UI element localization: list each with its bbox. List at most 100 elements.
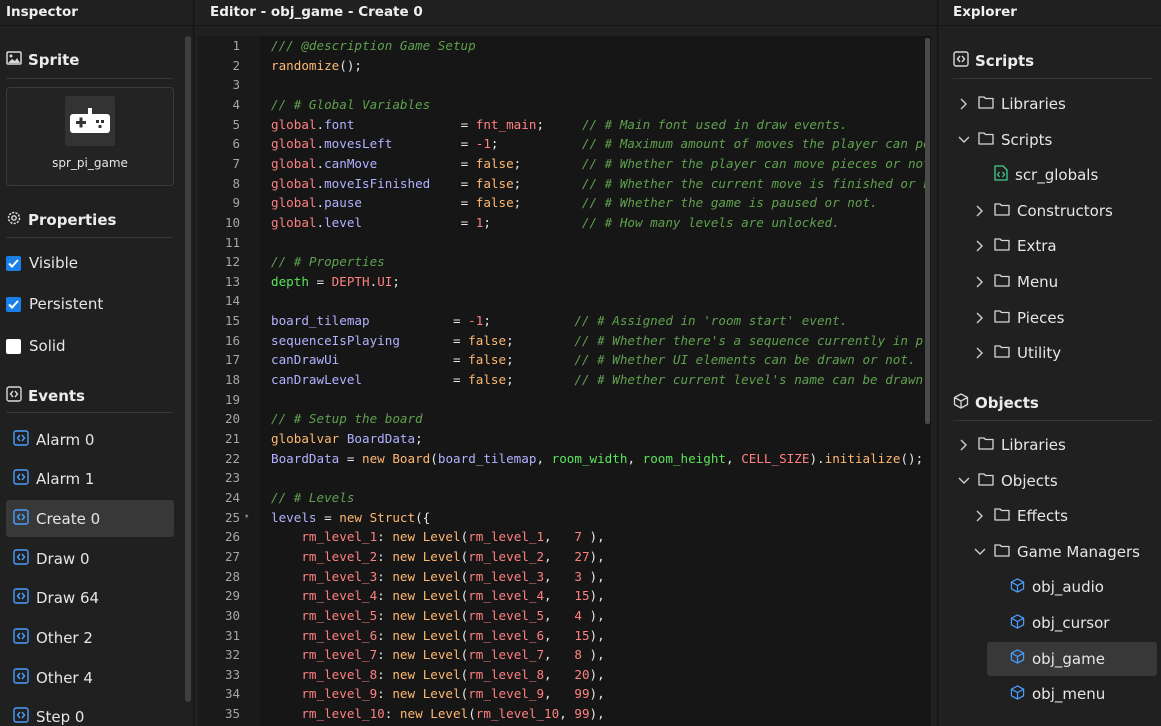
chevron-down-icon[interactable] [973,548,987,556]
scripts-section-header[interactable]: Scripts [953,51,1034,71]
code-line[interactable]: 3 [198,75,928,95]
code-line[interactable]: 22 BoardData = new Board(board_tilemap, r… [198,449,928,469]
tree-object[interactable]: obj_cursor [989,606,1109,640]
tree-object[interactable]: obj_audio [989,570,1104,604]
code-line[interactable]: 34 rm_level_9: new Level(rm_level_9, 99)… [198,684,928,704]
code-line[interactable]: 25 ▾ levels = new Struct({ [198,508,928,528]
code-line[interactable]: 7 global.canMove = false; // # Whether th… [198,154,930,174]
visible-checkbox[interactable] [6,255,21,271]
code-line[interactable]: 24 // # Levels [198,488,928,508]
code-line[interactable]: 17 canDrawUi = false; // # Whether UI ele… [198,350,928,370]
code-line[interactable]: 18 canDrawLevel = false; // # Whether cur… [198,370,928,390]
tree-folder[interactable]: Extra [973,229,1057,263]
code-line[interactable]: 12 // # Properties [198,252,928,272]
chevron-right-icon[interactable] [973,347,987,359]
code-line[interactable]: 28 rm_level_3: new Level(rm_level_3, 3 )… [198,567,928,587]
properties-section-header[interactable]: Properties [6,210,116,230]
code-line[interactable]: 33 rm_level_8: new Level(rm_level_8, 20)… [198,665,928,685]
code-line[interactable]: 13 depth = DEPTH.UI; [198,272,928,292]
code-token: pause [324,195,363,211]
event-item[interactable]: Other 4 [6,659,174,696]
line-number: 33 [224,666,240,682]
code-line[interactable]: 19 [198,390,928,410]
code-line[interactable]: 10 global.level = 1; // # How many levels… [198,213,928,233]
chevron-right-icon[interactable] [973,205,987,217]
tree-object[interactable]: obj_menu [989,677,1105,711]
code-line[interactable]: 14 [198,291,928,311]
tree-item-label: obj_menu [1032,685,1106,704]
code-line[interactable]: 21 globalvar BoardData; [198,429,928,449]
event-item[interactable]: Other 2 [6,620,174,657]
chevron-right-icon[interactable] [957,98,971,110]
code-token: 4 [574,607,582,623]
visible-checkbox-row[interactable]: Visible [6,254,78,272]
event-item[interactable]: Step 0 [6,699,174,726]
chevron-down-icon[interactable] [957,136,971,144]
code-line[interactable]: 20 // # Setup the board [198,409,928,429]
tree-folder[interactable]: Effects [973,499,1068,533]
tree-folder[interactable]: Pieces [973,301,1064,335]
code-line[interactable]: 30 rm_level_5: new Level(rm_level_5, 4 )… [198,606,928,626]
editor-scrollbar-thumb[interactable] [925,38,930,424]
event-icon [13,588,29,608]
tree-folder[interactable]: Libraries [957,428,1066,462]
event-item[interactable]: Alarm 0 [6,421,174,458]
chevron-right-icon[interactable] [957,439,971,451]
line-number: 26 [224,529,240,545]
tree-object[interactable]: obj_game [987,641,1157,676]
code-line[interactable]: 16 sequenceIsPlaying = false; // # Whethe… [198,331,928,351]
code-line[interactable]: 26 rm_level_1: new Level(rm_level_1, 7 )… [198,527,928,547]
chevron-down-icon[interactable] [957,477,971,485]
event-item[interactable]: Alarm 1 [6,461,174,498]
event-item[interactable]: Draw 64 [6,580,174,617]
code-line[interactable]: 27 rm_level_2: new Level(rm_level_2, 27)… [198,547,928,567]
chevron-right-icon[interactable] [973,276,987,288]
code-line[interactable]: 23 [198,468,928,488]
code-line[interactable]: 8 global.moveIsFinished = false; // # Whe… [198,174,930,194]
events-section-header[interactable]: Events [6,386,85,406]
tree-folder[interactable]: Constructors [973,194,1113,228]
code-token: rm_level_2 [301,548,378,564]
chevron-right-icon[interactable] [973,240,987,252]
event-item[interactable]: Draw 0 [6,540,174,577]
code-line[interactable]: 11 [198,233,928,253]
chevron-right-icon[interactable] [973,510,987,522]
tree-folder[interactable]: Scripts [957,123,1052,157]
code-line[interactable]: 32 rm_level_7: new Level(rm_level_7, 8 )… [198,645,928,665]
code-line[interactable]: 6 global.movesLeft = -1; // # Maximum amo… [198,134,930,154]
code-line[interactable]: 35 rm_level_10: new Level(rm_level_10, 9… [198,704,928,724]
explorer-title: Explorer [939,0,1161,26]
fold-toggle-icon[interactable]: ▾ [244,508,249,528]
persistent-checkbox-row[interactable]: Persistent [6,295,103,313]
inspector-scrollbar-thumb[interactable] [185,36,191,702]
tree-folder[interactable]: Utility [973,336,1061,370]
tree-script[interactable]: scr_globals [973,158,1098,192]
tree-folder[interactable]: Menu [973,265,1058,299]
persistent-checkbox[interactable] [6,296,21,312]
solid-checkbox[interactable] [6,338,21,354]
tree-folder[interactable]: Game Managers [973,535,1140,569]
code-token: // # Assigned in 'room start' event. [574,313,848,329]
code-token: 99 [574,706,590,722]
code-line[interactable]: 9 global.pause = false; // # Whether the … [198,193,928,213]
chevron-right-icon[interactable] [973,312,987,324]
event-item[interactable]: Create 0 [6,500,174,538]
solid-checkbox-row[interactable]: Solid [6,337,66,355]
code-line[interactable]: 29 rm_level_4: new Level(rm_level_4, 15)… [198,586,928,606]
code-token: global [271,214,317,230]
code-token: ; [392,273,400,289]
tree-folder[interactable]: Objects [957,464,1058,498]
code-line[interactable]: 15 board_tilemap = -1; // # Assigned in '… [198,311,928,331]
code-editor[interactable]: 1/// @description Game Setup 2 randomize()… [198,36,931,726]
code-line[interactable]: 31 rm_level_6: new Level(rm_level_6, 15)… [198,626,928,646]
tree-folder[interactable]: Libraries [957,87,1066,121]
code-line[interactable]: 4 // # Global Variables [198,95,928,115]
sprite-card[interactable]: spr_pi_game [6,87,174,186]
code-line[interactable]: 5 global.font = fnt_main; // # Main font … [198,115,928,135]
code-line[interactable]: 1 /// @description Game Setup [198,36,928,56]
code-line[interactable]: 2 randomize(); [198,56,928,76]
code-token: , [536,450,552,466]
objects-section-header[interactable]: Objects [953,393,1039,413]
code-token: rm_level_2 [468,548,545,564]
sprite-section-header[interactable]: Sprite [6,51,79,69]
